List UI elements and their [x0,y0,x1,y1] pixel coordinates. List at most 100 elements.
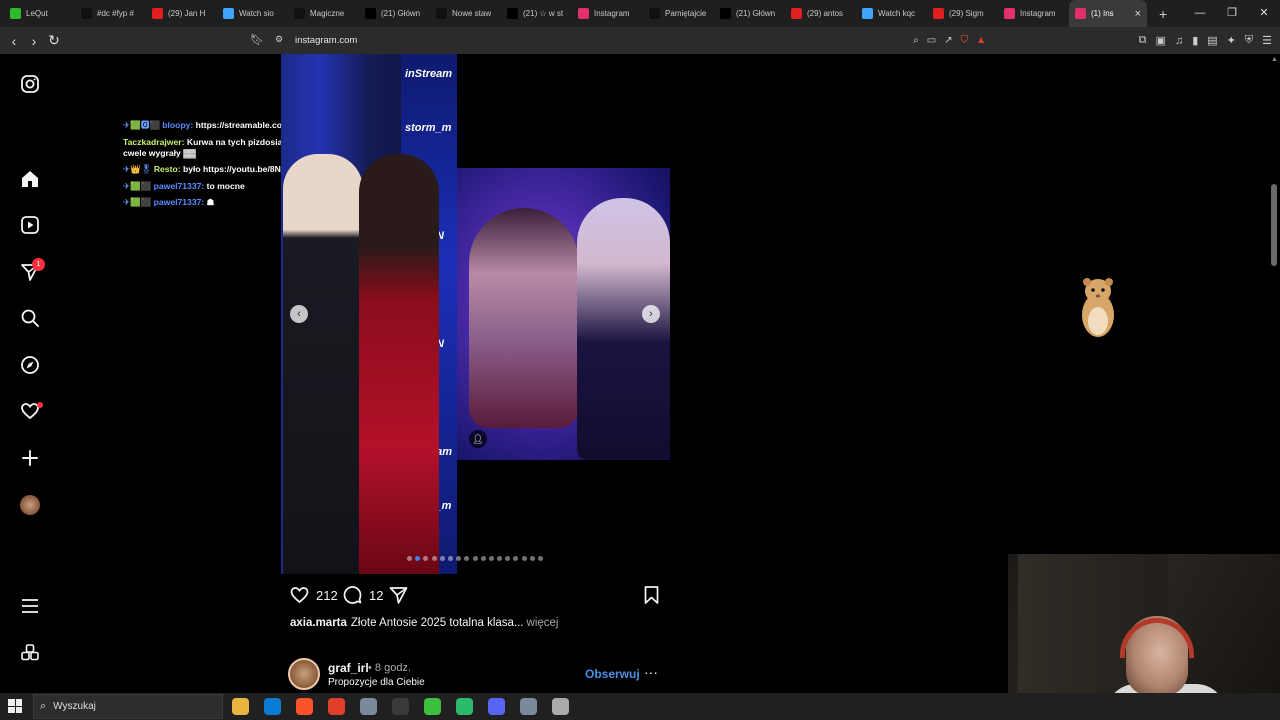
tab-favicon-icon [933,8,944,19]
taskbar-app-icon[interactable] [552,698,569,715]
media-icon[interactable]: ♫ [1175,35,1183,47]
reload-button[interactable]: ↻ [44,32,64,49]
browser-tab[interactable]: (21) Główn [714,0,785,27]
close-tab-icon[interactable]: × [1135,8,1141,20]
also-from-meta-icon[interactable] [19,642,41,664]
back-button[interactable]: ‹ [4,33,24,49]
leo-ai-icon[interactable]: ✦ [1227,34,1236,47]
browser-tab[interactable]: Pamiętajcie [643,0,714,27]
browser-tab[interactable]: LeQut [4,0,75,27]
tab-favicon-icon [791,8,802,19]
browser-tab[interactable]: Nowe staw [430,0,501,27]
taskbar-app-icon[interactable] [424,698,441,715]
browser-tab[interactable]: (29) antos [785,0,856,27]
browser-tab[interactable]: Instagram [998,0,1069,27]
post-photo-right [457,168,670,460]
tab-title: (29) Sigm [949,9,984,18]
carousel-dot [431,556,437,561]
chat-username: bloopy: [162,120,196,130]
comment-icon[interactable] [342,585,363,605]
save-bookmark-icon[interactable] [642,585,661,605]
carousel-dot [497,556,503,561]
zoom-icon[interactable]: ⌕ [913,35,919,46]
home-icon[interactable] [19,168,41,190]
taskbar-app-icon[interactable] [488,698,505,715]
screenshot-icon[interactable]: ▣ [1156,34,1166,47]
like-group: 212 [289,585,338,605]
post-carousel[interactable]: inStreamstorm_mHOLLORTUNHOLLORTUNat.stor… [281,54,670,574]
reels-icon[interactable] [19,214,41,236]
post-options-icon[interactable]: ··· [644,664,658,680]
windows-start-icon[interactable] [8,699,22,713]
carousel-dot [480,556,486,561]
next-post-subtitle: Propozycje dla Ciebie [328,677,425,688]
taskbar-app-icon[interactable] [328,698,345,715]
taskbar-search[interactable]: ⌕ Wyszukaj [33,694,223,719]
chat-badges: ✈🟩⬛ [123,180,152,191]
caption-username[interactable]: axia.marta [290,617,347,629]
instagram-logo-icon[interactable] [19,73,41,95]
sidebar-icon[interactable]: ▮ [1192,34,1198,47]
taskbar-app-icon[interactable] [232,698,249,715]
search-icon[interactable] [19,307,41,329]
extensions-icon[interactable]: ⧉ [1139,34,1147,47]
taskbar-app-icon[interactable] [296,698,313,715]
taskbar-app-icon[interactable] [360,698,377,715]
brave-shields-icon[interactable]: ⛉ [961,35,969,46]
browser-tab[interactable]: (29) Jan H [146,0,217,27]
browser-tab[interactable]: #dc #fyp # [75,0,146,27]
menu-icon[interactable]: ☰ [1262,34,1272,47]
create-plus-icon[interactable] [19,447,41,469]
browser-tab[interactable]: (21) Główn [359,0,430,27]
bookmark-icon[interactable]: 🔖︎ [250,33,264,46]
scrollbar-thumb[interactable] [1271,184,1277,266]
like-heart-icon[interactable] [289,585,310,605]
taskbar-app-icon[interactable] [520,698,537,715]
browser-tab[interactable]: Watch sio [217,0,288,27]
sponsor-logo-text: storm_m [405,122,452,134]
carousel-prev-button[interactable]: ‹ [290,305,308,323]
carousel-next-button[interactable]: › [642,305,660,323]
chat-username: Taczkadrajwer: [123,136,187,147]
share-icon[interactable]: ↗ [944,35,952,46]
minimize-button[interactable]: — [1184,0,1216,27]
browser-tab[interactable]: (29) Sigm [927,0,998,27]
comment-count[interactable]: 12 [369,588,383,603]
next-post-username[interactable]: graf_irl [328,661,369,675]
forward-button[interactable]: › [24,33,44,49]
explore-icon[interactable] [19,354,41,376]
like-count[interactable]: 212 [316,588,338,603]
tab-favicon-icon [578,8,589,19]
browser-tab[interactable]: (21) ☆ w st [501,0,572,27]
taskbar-app-icon[interactable] [456,698,473,715]
vpn-icon[interactable]: ⛨ [1245,34,1253,47]
close-window-button[interactable]: ✕ [1248,0,1280,27]
post-actions: 212 12 [289,585,664,607]
restore-button[interactable]: ❐ [1216,0,1248,27]
carousel-dot [488,556,494,561]
share-send-icon[interactable] [388,585,409,605]
scroll-up-arrow-icon[interactable]: ▲ [1271,56,1278,63]
url-text: instagram.com [295,35,358,46]
wallet-icon[interactable]: ▤ [1207,34,1217,47]
browser-tab[interactable]: Instagram [572,0,643,27]
cast-icon[interactable]: ▭ [927,35,936,46]
browser-tab[interactable]: Magiczne [288,0,359,27]
tab-title: (21) Główn [736,9,776,18]
next-post-avatar[interactable] [288,658,320,690]
site-info-icon[interactable]: ⚙︎ [275,34,283,45]
instagram-sidebar [0,54,60,693]
follow-button[interactable]: Obserwuj [585,667,640,681]
brave-rewards-icon[interactable]: ▲ [976,35,986,46]
taskbar-apps [232,698,569,715]
profile-avatar[interactable] [19,494,41,516]
more-menu-icon[interactable] [19,595,41,617]
new-tab-button[interactable]: + [1159,6,1167,22]
tagged-people-icon[interactable]: 👤︎ [469,430,487,448]
taskbar-app-icon[interactable] [392,698,409,715]
tab-instagram-active[interactable]: (1) Ins × [1069,0,1147,27]
address-bar[interactable]: ⚙︎ instagram.com ⌕ ▭ ↗ ⛉ ▲ [270,30,990,51]
browser-tab[interactable]: Watch kqc [856,0,927,27]
taskbar-app-icon[interactable] [264,698,281,715]
more-link[interactable]: więcej [527,617,559,629]
